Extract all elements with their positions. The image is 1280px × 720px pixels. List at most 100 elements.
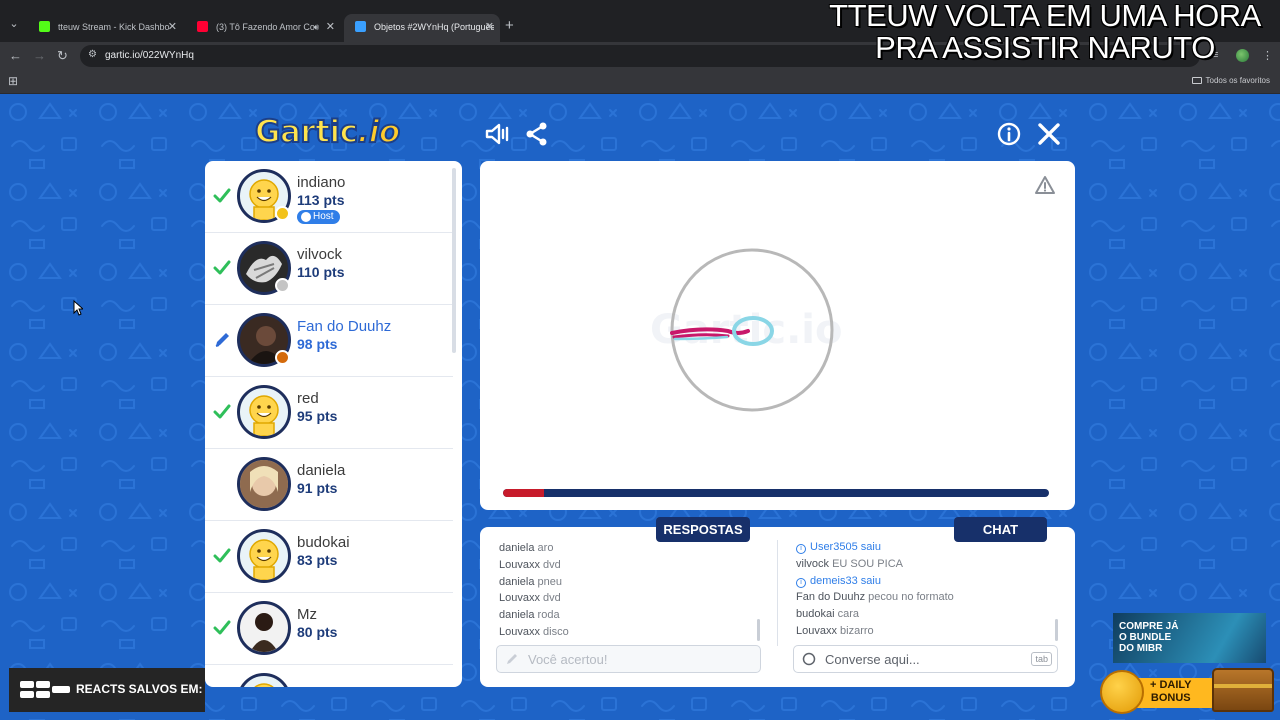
tab-title: tteuw Stream - Kick Dashbo	[58, 22, 170, 32]
overlay-line-2: PRA ASSISTIR NARUTO	[875, 30, 1215, 65]
pencil-icon	[215, 333, 229, 347]
bookmarks-bar: ⊞ Todos os favoritos	[0, 70, 1280, 94]
answer-text: dvd	[543, 592, 561, 605]
player-name: vilvock	[297, 246, 343, 263]
answer-user: Louvaxx	[499, 625, 540, 638]
speaker-icon[interactable]: 🔊︎	[313, 14, 319, 40]
tab-close-icon[interactable]: ✕	[326, 14, 335, 40]
tab-answers[interactable]: RESPOSTAS	[656, 517, 750, 542]
answer-item: Louvaxx disco	[499, 624, 759, 641]
daily-line: + DAILY	[1150, 679, 1192, 691]
daily-bonus-overlay[interactable]: + DAILY BONUS	[1100, 668, 1275, 714]
close-icon[interactable]	[1036, 121, 1062, 147]
info-icon: i	[796, 577, 806, 588]
chat-user: vilvock	[796, 557, 830, 570]
chat-system-message: i demeis33 saiu	[796, 573, 1056, 590]
chat-text: saiu	[860, 541, 881, 553]
chat-text: cara	[837, 608, 860, 621]
chat-message: Fan do Duuhz pecou no formato	[796, 589, 1056, 606]
answer-item: daniela aro	[499, 540, 759, 557]
player-row[interactable]: Mz 80 pts	[205, 593, 453, 665]
avatar	[237, 529, 291, 583]
info-icon[interactable]	[996, 121, 1022, 147]
tab-close-icon[interactable]: ✕	[168, 14, 177, 40]
info-icon: i	[796, 544, 806, 554]
player-name: Fan do Duuhz	[297, 318, 392, 335]
player-row[interactable]: Fan do Duuhz 98 pts	[205, 305, 453, 377]
url-text: gartic.io/022WYnHq	[105, 50, 194, 61]
answer-item: daniela roda	[499, 607, 759, 624]
youtube-favicon-icon	[197, 21, 208, 32]
kick-favicon-icon	[39, 21, 50, 32]
share-icon[interactable]	[524, 121, 550, 147]
player-list-scrollbar[interactable]	[452, 168, 456, 353]
chat-list: i User3505 saiu vilvock EU SOU PICA i deme…	[796, 539, 1056, 640]
reacts-label: REACTS SALVOS EM:	[76, 682, 203, 696]
answer-item: daniela pneu	[499, 574, 759, 591]
player-row[interactable]: daniela 91 pts	[205, 449, 453, 521]
answer-user: daniela	[499, 609, 535, 622]
avatar	[237, 601, 291, 655]
warning-icon[interactable]	[1034, 175, 1056, 195]
answer-user: daniela	[499, 575, 535, 588]
player-row-partial[interactable]	[205, 665, 453, 687]
player-points: 95 pts	[297, 408, 338, 424]
answer-user: Louvaxx	[499, 558, 540, 571]
drawing-canvas[interactable]: Gartic.io	[480, 161, 1075, 510]
avatar	[237, 385, 291, 439]
chat-scrollbar[interactable]	[1055, 619, 1058, 641]
chat-system-message: i User3505 saiu	[796, 539, 1056, 556]
answer-text: disco	[543, 625, 569, 638]
new-tab-icon[interactable]: +	[505, 18, 514, 34]
checkmark-icon	[213, 188, 231, 203]
player-row[interactable]: indiano 113 pts Host	[205, 161, 453, 233]
avatar	[237, 673, 291, 687]
player-name: red	[297, 390, 319, 407]
site-info-icon[interactable]: ⚙	[88, 49, 97, 60]
player-row[interactable]: budokai 83 pts	[205, 521, 453, 593]
all-bookmarks-folder[interactable]: Todos os favoritos	[1191, 76, 1270, 85]
drawing: Gartic.io	[650, 248, 842, 412]
chat-user: Fan do Duuhz	[796, 591, 866, 604]
host-label: Host	[313, 211, 334, 222]
host-badge: Host	[297, 210, 340, 224]
player-row[interactable]: red 95 pts	[205, 377, 453, 449]
answer-text: aro	[537, 542, 554, 554]
tab-search-chevron-icon[interactable]: ⌄	[6, 16, 22, 32]
player-row[interactable]: vilvock 110 pts	[205, 233, 453, 305]
mibr-bundle-promo[interactable]: COMPRE JÁ O BUNDLE DO MIBR	[1113, 613, 1266, 663]
chat-message: budokai cara	[796, 606, 1056, 623]
channel-logo-icon	[20, 681, 70, 698]
player-points: 98 pts	[297, 336, 338, 352]
chat-text: pecou no formato	[868, 591, 954, 604]
folder-icon	[1191, 77, 1202, 84]
chat-user: Louvaxx	[796, 624, 837, 637]
tab-close-icon[interactable]: ✕	[485, 14, 494, 40]
promo-line: COMPRE JÁ	[1119, 621, 1179, 632]
status-dot	[275, 350, 290, 365]
player-name: Mz	[297, 606, 317, 623]
answers-scrollbar[interactable]	[757, 619, 760, 641]
coin-icon	[1100, 670, 1144, 714]
browser-tab-kick[interactable]: tteuw Stream - Kick Dashbo ✕	[28, 14, 183, 42]
apps-grid-icon[interactable]: ⊞	[8, 74, 18, 88]
answer-input-placeholder: Você acertou!	[528, 652, 608, 667]
reload-icon[interactable]: ↻	[57, 47, 68, 65]
back-arrow-icon[interactable]: ←	[9, 47, 22, 65]
volume-icon[interactable]	[484, 121, 510, 147]
answer-input[interactable]: Você acertou!	[496, 645, 761, 673]
chat-message: vilvock EU SOU PICA	[796, 556, 1056, 573]
gartic-favicon-icon	[355, 21, 366, 32]
checkmark-icon	[213, 620, 231, 635]
tab-title: (3) Tô Fazendo Amor Com a	[216, 22, 314, 32]
browser-tab-youtube[interactable]: (3) Tô Fazendo Amor Com a 🔊︎ ✕	[186, 14, 341, 42]
treasure-chest-icon	[1212, 668, 1274, 712]
forward-arrow-icon[interactable]: →	[33, 47, 46, 65]
folder-label: Todos os favoritos	[1205, 76, 1270, 85]
chat-input[interactable]: Converse aqui... tab	[793, 645, 1058, 673]
chat-input-placeholder: Converse aqui...	[825, 652, 920, 667]
browser-tab-gartic[interactable]: Objetos #2WYnHq (Português) ✕	[344, 14, 500, 42]
chat-user: budokai	[796, 608, 835, 621]
checkmark-icon	[213, 404, 231, 419]
answer-item: Louvaxx dvd	[499, 557, 759, 574]
